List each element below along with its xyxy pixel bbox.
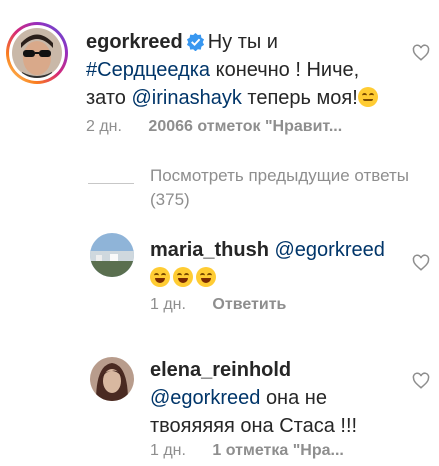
comment-meta: 2 дн. 20066 отметок "Нравит...: [86, 116, 342, 138]
avatar-elena-reinhold[interactable]: [90, 357, 134, 401]
mention-link[interactable]: @egorkreed: [150, 387, 260, 409]
view-previous-label: Посмотреть предыдущие ответы: [150, 166, 410, 185]
grinning-face-emoji: [196, 267, 216, 287]
likes-count[interactable]: 1 отметка "Нра...: [212, 442, 343, 459]
comment-time: 1 дн.: [150, 296, 186, 313]
comment-username[interactable]: maria_thush: [150, 239, 269, 261]
avatar-image: [12, 28, 62, 78]
mention-link[interactable]: @irinashayk: [131, 87, 241, 109]
avatar-maria-thush[interactable]: [90, 233, 134, 277]
grinning-face-emoji: [150, 267, 170, 287]
comment-text: конечно ! Ниче,: [215, 59, 360, 81]
view-previous-replies-button[interactable]: Посмотреть предыдущие ответы (375): [150, 164, 409, 212]
mention-link[interactable]: @egorkreed: [275, 239, 385, 261]
comment-text: теперь моя!: [247, 87, 358, 109]
comment-body: egorkreed Ну ты и #Сердцеедка конечно ! Н…: [86, 28, 406, 112]
avatar-image: [90, 233, 134, 277]
comment-meta: 1 дн. 1 отметка "Нра...: [150, 440, 344, 462]
comment-username[interactable]: elena_reinhold: [150, 359, 291, 381]
reply-button[interactable]: Ответить: [212, 296, 286, 313]
likes-count[interactable]: 20066 отметок "Нравит...: [148, 118, 342, 135]
verified-badge-icon: [186, 32, 204, 51]
comment-body: elena_reinhold @egorkreed она не твояяяя…: [150, 356, 410, 440]
comment-time: 1 дн.: [150, 442, 186, 459]
heart-icon[interactable]: [412, 254, 430, 272]
comment-time: 2 дн.: [86, 118, 122, 135]
comment-text: Ну ты и: [207, 31, 278, 53]
comment-text: твояяяяя она Стаса !!!: [150, 415, 358, 437]
view-previous-count: (375): [150, 190, 190, 209]
comment-text: зато: [86, 87, 126, 109]
comment-body: maria_thush @egorkreed: [150, 236, 410, 292]
divider-line: [88, 183, 134, 184]
comment-text: она не: [265, 387, 327, 409]
hashtag-link[interactable]: #Сердцеедка: [86, 59, 210, 81]
heart-icon[interactable]: [412, 44, 430, 62]
comment-username[interactable]: egorkreed: [86, 31, 183, 53]
relieved-face-emoji: [357, 87, 378, 107]
avatar-egorkreed[interactable]: [6, 22, 68, 84]
comment-meta: 1 дн. Ответить: [150, 294, 286, 316]
heart-icon[interactable]: [412, 372, 430, 390]
avatar-image: [90, 357, 134, 401]
grinning-face-emoji: [173, 267, 193, 287]
